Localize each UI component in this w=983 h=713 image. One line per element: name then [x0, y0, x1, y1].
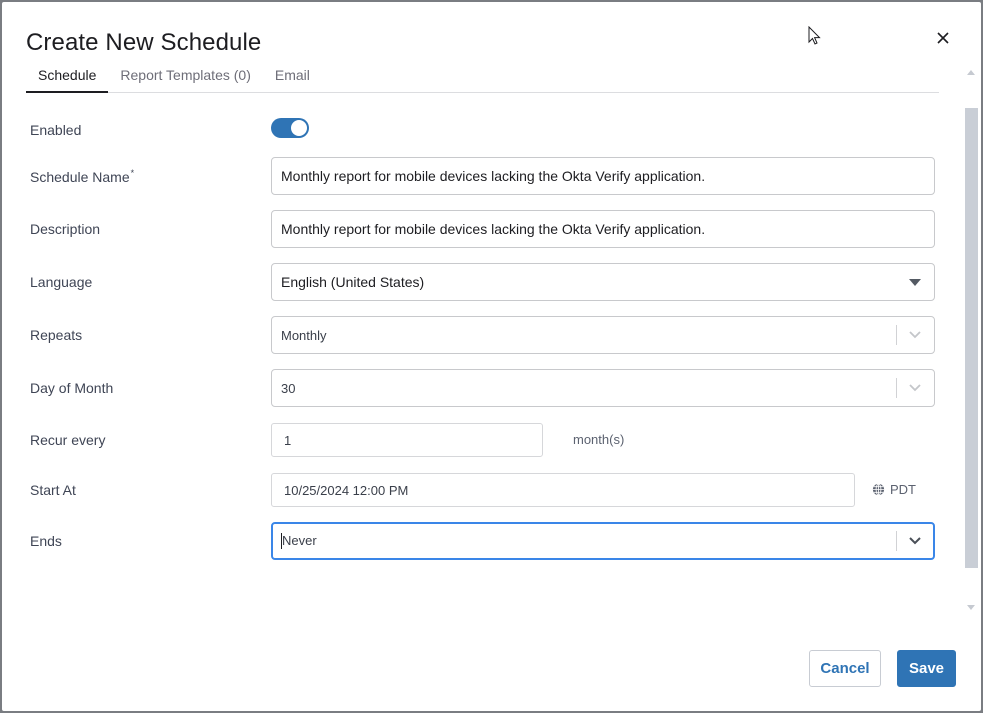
tab-schedule[interactable]: Schedule — [26, 62, 109, 93]
schedule-name-label-text: Schedule Name — [30, 169, 130, 185]
day-of-month-select[interactable]: 30 — [271, 369, 935, 407]
timezone-selector[interactable]: PDT — [872, 482, 916, 497]
start-at-label: Start At — [30, 482, 76, 498]
recur-unit: month(s) — [573, 432, 625, 447]
caret-down-icon — [909, 278, 921, 286]
chevron-down-icon — [905, 378, 925, 398]
repeats-label: Repeats — [30, 327, 83, 343]
scroll-up-arrow-icon[interactable] — [967, 70, 975, 75]
save-button[interactable]: Save — [897, 650, 956, 687]
close-icon — [937, 32, 949, 44]
tab-bar: Schedule Report Templates (0) Email — [26, 62, 939, 93]
dialog-title: Create New Schedule — [26, 29, 262, 56]
repeats-select[interactable]: Monthly — [271, 316, 935, 354]
description-label: Description — [30, 221, 101, 237]
toggle-knob — [291, 120, 307, 136]
create-schedule-dialog: Create New Schedule Schedule Report Temp… — [2, 2, 981, 711]
ends-select[interactable]: Never — [271, 522, 935, 560]
chevron-down-icon — [905, 531, 925, 551]
start-at-input[interactable]: 10/25/2024 12:00 PM — [271, 473, 855, 507]
recur-every-input[interactable]: 1 — [271, 423, 543, 457]
cancel-button[interactable]: Cancel — [809, 650, 881, 687]
schedule-name-input[interactable]: Monthly report for mobile devices lackin… — [271, 157, 935, 195]
tab-report-templates[interactable]: Report Templates (0) — [108, 62, 262, 93]
required-mark: * — [130, 168, 135, 178]
tab-email[interactable]: Email — [263, 62, 322, 93]
day-of-month-label: Day of Month — [30, 380, 114, 396]
separator — [896, 378, 897, 398]
description-value: Monthly report for mobile devices lackin… — [281, 221, 706, 237]
recur-every-value: 1 — [284, 432, 292, 448]
language-select[interactable]: English (United States) — [271, 263, 935, 301]
close-button[interactable] — [933, 28, 953, 48]
mouse-pointer-icon — [808, 26, 821, 45]
enabled-label: Enabled — [30, 122, 82, 138]
description-input[interactable]: Monthly report for mobile devices lackin… — [271, 210, 935, 248]
separator — [896, 325, 897, 345]
ends-value-wrap: Never — [281, 533, 888, 550]
start-at-value: 10/25/2024 12:00 PM — [284, 482, 409, 498]
ends-value: Never — [282, 532, 317, 548]
scrollbar[interactable] — [962, 64, 981, 616]
enabled-toggle[interactable] — [271, 118, 309, 138]
chevron-down-icon — [905, 325, 925, 345]
globe-icon — [872, 483, 885, 496]
scrollbar-thumb[interactable] — [965, 108, 978, 568]
language-value: English (United States) — [281, 274, 425, 290]
timezone-value: PDT — [890, 482, 916, 497]
repeats-value: Monthly — [281, 327, 327, 343]
scroll-down-arrow-icon[interactable] — [967, 605, 975, 610]
ends-label: Ends — [30, 533, 62, 549]
schedule-name-value: Monthly report for mobile devices lackin… — [281, 168, 706, 184]
recur-every-label: Recur every — [30, 432, 106, 448]
schedule-name-label: Schedule Name* — [30, 168, 134, 185]
language-label: Language — [30, 274, 93, 290]
day-of-month-value: 30 — [281, 380, 296, 396]
separator — [896, 531, 897, 551]
